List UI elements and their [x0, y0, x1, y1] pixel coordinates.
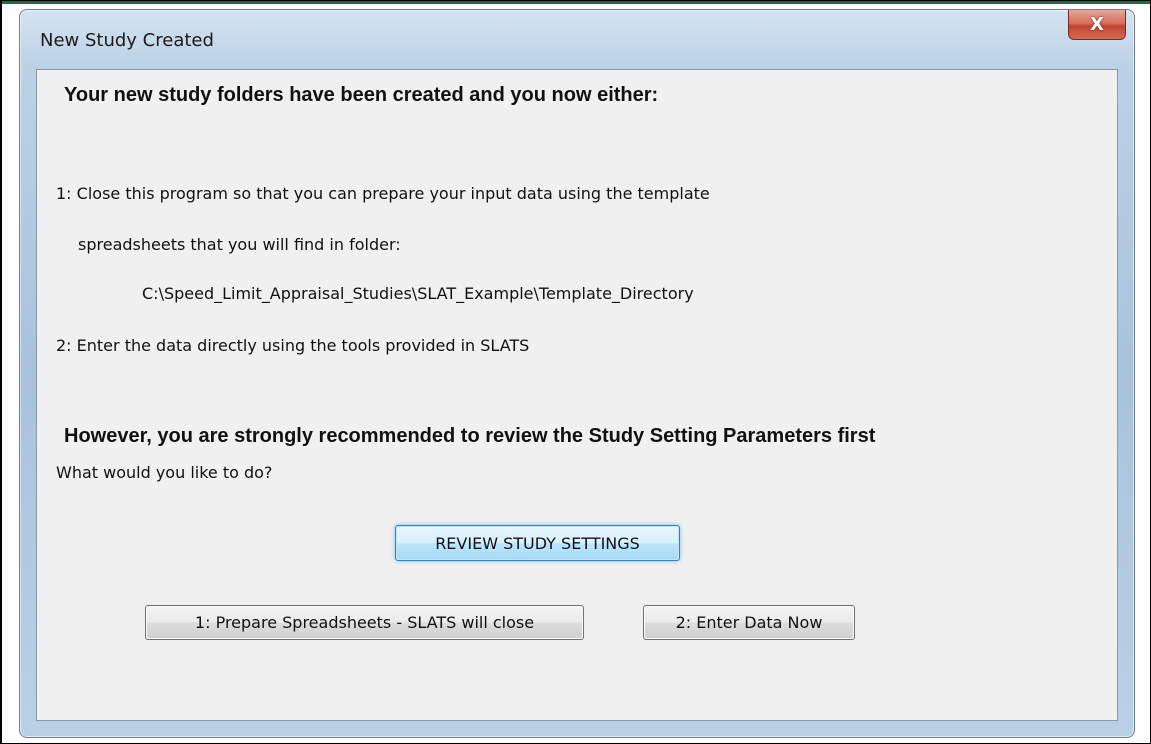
screenshot-border [0, 0, 1151, 744]
